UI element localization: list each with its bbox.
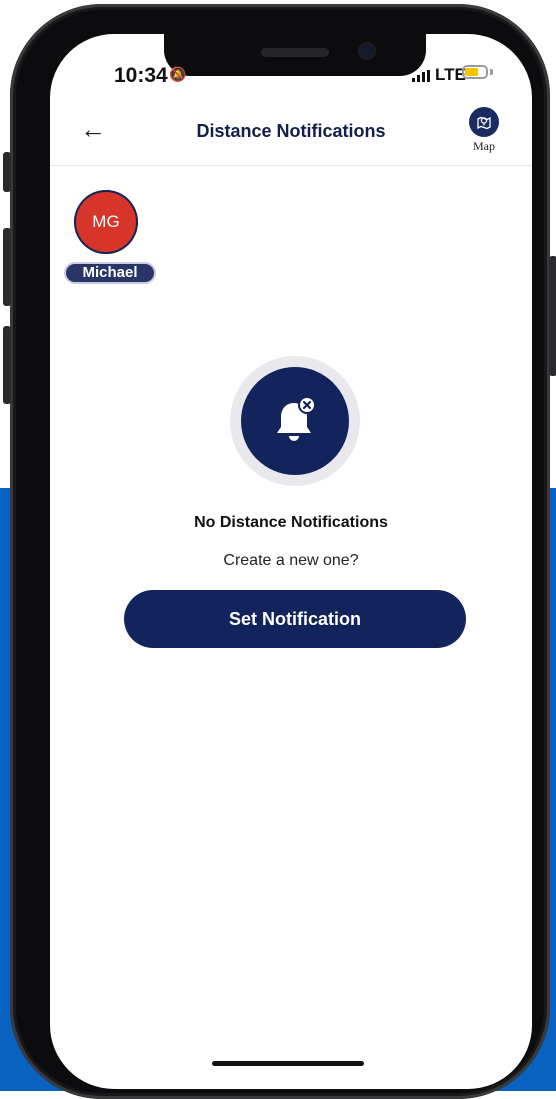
map-button[interactable]: Map: [462, 107, 506, 154]
avatar-initials: MG: [92, 212, 120, 231]
status-time: 10:34: [114, 64, 168, 87]
header-divider: [50, 165, 532, 166]
map-pin-icon: [469, 107, 499, 137]
front-camera: [360, 44, 374, 58]
battery-icon: [462, 65, 488, 79]
power-button: [549, 256, 556, 376]
member-avatar[interactable]: MG: [74, 190, 138, 254]
set-notification-button[interactable]: Set Notification: [124, 590, 466, 648]
app-screen: 10:34 🔕 LTE ← Distance Notifications Map: [50, 34, 532, 1089]
volume-down-button: [3, 326, 11, 404]
empty-state-subtitle: Create a new one?: [223, 552, 359, 569]
volume-up-button: [3, 228, 11, 306]
speaker: [261, 48, 329, 57]
member-name-badge[interactable]: Michael: [64, 262, 156, 284]
battery-level: [465, 68, 478, 76]
bell-off-icon: [241, 367, 349, 475]
map-label: Map: [473, 139, 495, 153]
mute-switch: [3, 152, 11, 192]
battery-tip: [490, 69, 493, 75]
phone-frame: 10:34 🔕 LTE ← Distance Notifications Map: [3, 4, 556, 1099]
notch: [164, 34, 426, 76]
empty-state-title: No Distance Notifications: [194, 514, 388, 531]
home-indicator[interactable]: [212, 1061, 364, 1066]
page-title: Distance Notifications: [196, 121, 386, 141]
silent-bell-icon: 🔕: [169, 66, 187, 82]
signal-icon: [412, 70, 430, 82]
